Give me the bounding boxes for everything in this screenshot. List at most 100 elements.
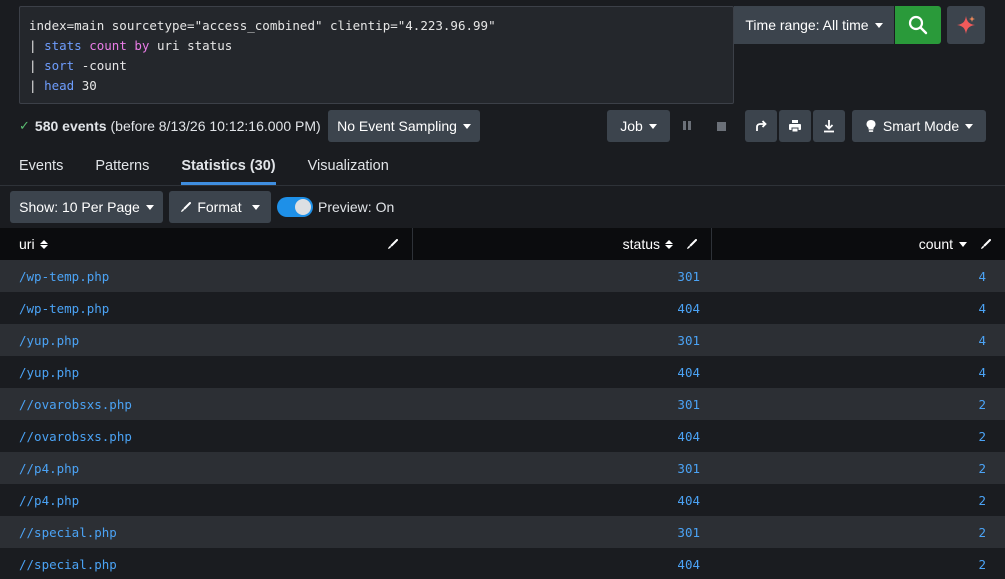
cell-count[interactable]: 2 bbox=[712, 429, 1005, 444]
cell-status[interactable]: 301 bbox=[413, 461, 712, 476]
query-token: | bbox=[29, 78, 45, 93]
cell-uri[interactable]: //ovarobsxs.php bbox=[0, 397, 413, 412]
cell-status[interactable]: 404 bbox=[413, 429, 712, 444]
cell-count[interactable]: 4 bbox=[712, 333, 1005, 348]
format-dropdown[interactable]: Format bbox=[169, 191, 271, 223]
query-token: head bbox=[44, 78, 75, 93]
cell-uri[interactable]: /wp-temp.php bbox=[0, 269, 413, 284]
query-token: by bbox=[134, 38, 150, 53]
cell-status[interactable]: 404 bbox=[413, 493, 712, 508]
column-label: status bbox=[622, 236, 660, 252]
cell-status[interactable]: 301 bbox=[413, 525, 712, 540]
preview-label: Preview: On bbox=[318, 199, 395, 215]
format-label: Format bbox=[197, 199, 242, 215]
cell-status[interactable]: 404 bbox=[413, 557, 712, 572]
table-row: //ovarobsxs.php 301 2 bbox=[0, 388, 1005, 420]
table-row: //special.php 404 2 bbox=[0, 548, 1005, 579]
cell-uri[interactable]: //ovarobsxs.php bbox=[0, 429, 413, 444]
job-label: Job bbox=[620, 118, 643, 134]
cell-count[interactable]: 4 bbox=[712, 365, 1005, 380]
search-icon bbox=[908, 15, 928, 35]
query-line: index=main sourcetype="access_combined" … bbox=[29, 16, 733, 36]
table-body: /wp-temp.php 301 4 /wp-temp.php 404 4 /y… bbox=[0, 260, 1005, 579]
results-tabs: Events Patterns Statistics (30) Visualiz… bbox=[19, 156, 421, 186]
event-time-range: (before 8/13/26 10:12:16.000 PM) bbox=[110, 118, 321, 134]
edit-column-icon[interactable] bbox=[387, 239, 398, 250]
cell-uri[interactable]: /wp-temp.php bbox=[0, 301, 413, 316]
chevron-down-icon bbox=[648, 123, 657, 129]
tab-statistics[interactable]: Statistics (30) bbox=[181, 156, 276, 186]
sampling-label: No Event Sampling bbox=[337, 118, 457, 134]
cell-uri[interactable]: //special.php bbox=[0, 525, 413, 540]
chevron-down-icon bbox=[145, 204, 154, 210]
chevron-down-icon bbox=[874, 22, 883, 28]
chevron-down-icon bbox=[462, 123, 471, 129]
print-icon bbox=[789, 120, 801, 133]
chevron-down-icon bbox=[965, 123, 974, 129]
query-token: sort bbox=[44, 58, 75, 73]
check-icon: ✓ bbox=[19, 118, 30, 133]
lightbulb-icon bbox=[866, 120, 876, 132]
download-icon bbox=[824, 120, 834, 133]
cell-count[interactable]: 2 bbox=[712, 557, 1005, 572]
cell-uri[interactable]: //p4.php bbox=[0, 461, 413, 476]
query-token: 30 bbox=[74, 78, 97, 93]
search-query-editor[interactable]: index=main sourcetype="access_combined" … bbox=[19, 6, 734, 104]
time-range-picker[interactable]: Time range: All time bbox=[734, 6, 894, 44]
query-token: -count bbox=[74, 58, 127, 73]
search-button[interactable] bbox=[895, 6, 941, 44]
page-size-dropdown[interactable]: Show: 10 Per Page bbox=[10, 191, 163, 223]
tab-patterns[interactable]: Patterns bbox=[95, 156, 149, 186]
sort-descending-icon bbox=[959, 241, 967, 247]
table-row: //p4.php 301 2 bbox=[0, 452, 1005, 484]
column-header-count[interactable]: count bbox=[712, 228, 1005, 260]
cell-count[interactable]: 2 bbox=[712, 525, 1005, 540]
cell-status[interactable]: 301 bbox=[413, 269, 712, 284]
tab-visualization[interactable]: Visualization bbox=[308, 156, 389, 186]
edit-column-icon[interactable] bbox=[686, 239, 697, 250]
cell-status[interactable]: 301 bbox=[413, 397, 712, 412]
search-mode-label: Smart Mode bbox=[882, 118, 960, 134]
paintbrush-icon bbox=[181, 201, 192, 212]
job-menu-button[interactable]: Job bbox=[607, 110, 670, 142]
share-button[interactable] bbox=[745, 110, 777, 142]
query-token: | bbox=[29, 38, 45, 53]
cell-uri[interactable]: //special.php bbox=[0, 557, 413, 572]
export-button[interactable] bbox=[813, 110, 845, 142]
ai-assistant-button[interactable] bbox=[947, 6, 985, 44]
cell-uri[interactable]: //p4.php bbox=[0, 493, 413, 508]
cell-count[interactable]: 2 bbox=[712, 493, 1005, 508]
sort-icon bbox=[39, 239, 48, 249]
cell-status[interactable]: 404 bbox=[413, 365, 712, 380]
time-range-label: Time range: All time bbox=[745, 17, 869, 33]
cell-status[interactable]: 404 bbox=[413, 301, 712, 316]
toggle-knob bbox=[295, 199, 311, 215]
column-label: count bbox=[918, 236, 953, 252]
edit-column-icon[interactable] bbox=[980, 239, 991, 250]
pause-icon[interactable] bbox=[683, 121, 693, 131]
query-token: index=main sourcetype="access_combined" … bbox=[29, 18, 496, 33]
table-row: //ovarobsxs.php 404 2 bbox=[0, 420, 1005, 452]
tab-events[interactable]: Events bbox=[19, 156, 63, 186]
stop-icon[interactable] bbox=[717, 122, 726, 131]
cell-count[interactable]: 4 bbox=[712, 269, 1005, 284]
cell-count[interactable]: 4 bbox=[712, 301, 1005, 316]
query-token: uri status bbox=[149, 38, 233, 53]
chevron-down-icon bbox=[251, 204, 260, 210]
search-mode-dropdown[interactable]: Smart Mode bbox=[852, 110, 986, 142]
page-size-label: Show: 10 Per Page bbox=[19, 199, 140, 215]
query-line: | stats count by uri status bbox=[29, 36, 733, 56]
column-header-status[interactable]: status bbox=[413, 228, 712, 260]
column-header-uri[interactable]: uri bbox=[0, 228, 413, 260]
statistics-table: uri status count /wp-temp.php 301 4 /wp-… bbox=[0, 228, 1005, 579]
cell-uri[interactable]: /yup.php bbox=[0, 365, 413, 380]
print-button[interactable] bbox=[779, 110, 811, 142]
column-label: uri bbox=[19, 236, 35, 252]
preview-toggle[interactable] bbox=[277, 197, 313, 217]
event-sampling-dropdown[interactable]: No Event Sampling bbox=[328, 110, 480, 142]
cell-count[interactable]: 2 bbox=[712, 461, 1005, 476]
cell-uri[interactable]: /yup.php bbox=[0, 333, 413, 348]
table-header: uri status count bbox=[0, 228, 1005, 260]
cell-count[interactable]: 2 bbox=[712, 397, 1005, 412]
cell-status[interactable]: 301 bbox=[413, 333, 712, 348]
